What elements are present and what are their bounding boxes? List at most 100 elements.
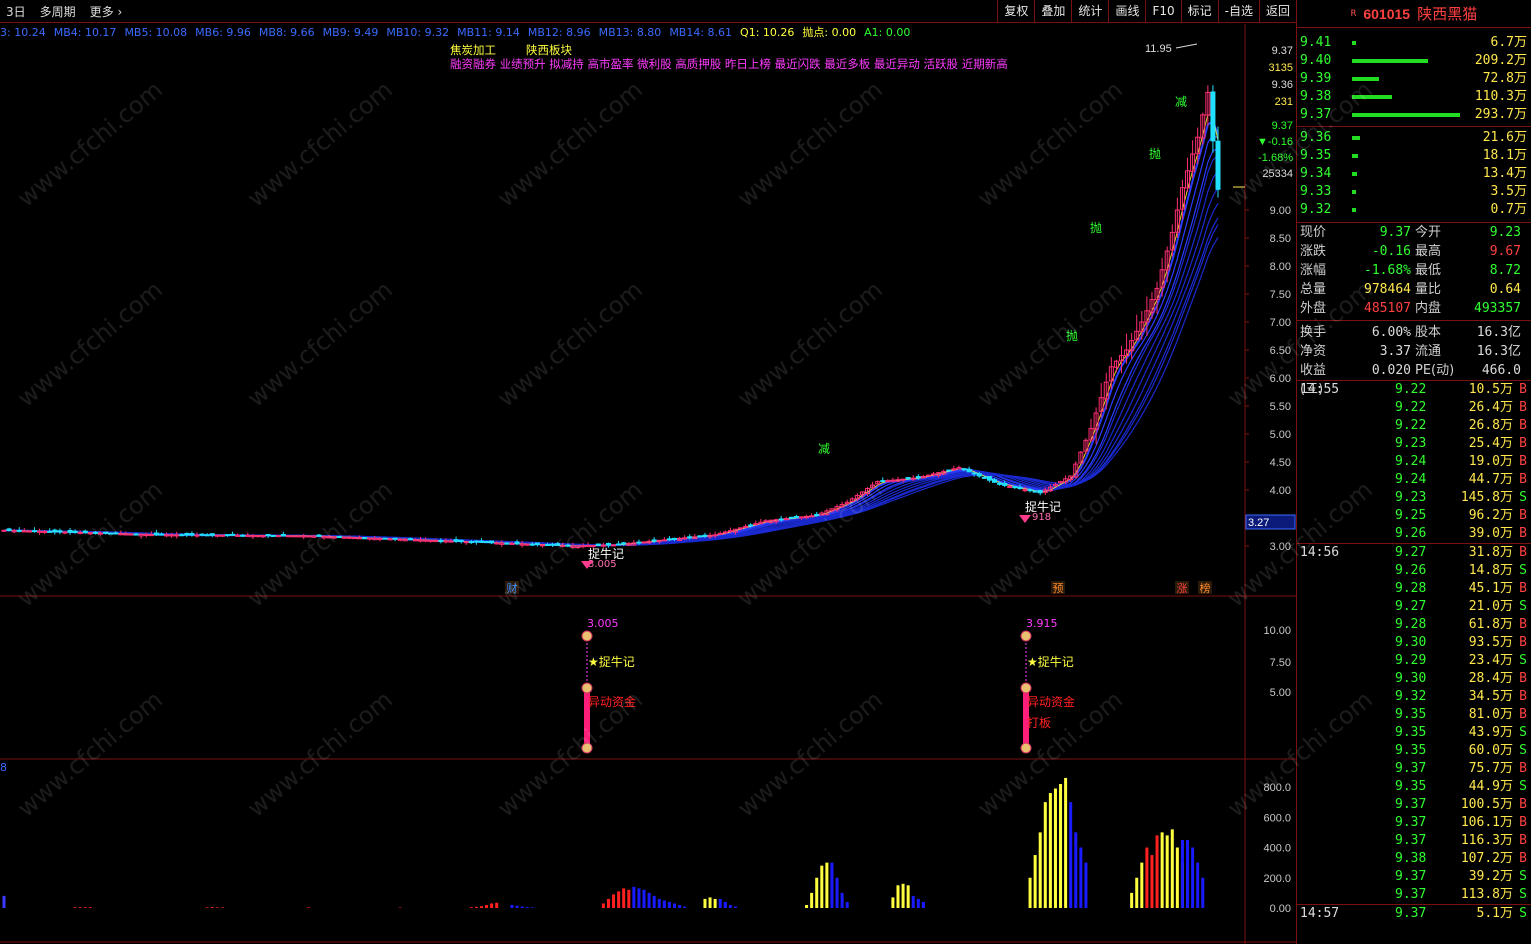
tick-row: 9.38 107.2万 B: [1297, 850, 1531, 868]
volume-bar: [652, 895, 656, 908]
tick-volume: 45.1万: [1468, 581, 1513, 596]
candle-body: [98, 532, 104, 535]
candle-body: [478, 540, 484, 543]
orderbook-row[interactable]: 9.37 293.7万: [1297, 106, 1531, 124]
volume-bar: [220, 907, 224, 908]
tick-list[interactable]: 14:55 9.22 10.5万 B 9.22 26.4万 B 9.22 26.8万 B 9.23 2…: [1297, 380, 1531, 923]
multi-period-button[interactable]: 多周期: [40, 3, 76, 20]
volume-bar: [921, 901, 925, 908]
price-tick-label: 5.50: [1270, 401, 1291, 413]
stat-label: 净资: [1300, 344, 1327, 359]
candle-body: [204, 534, 210, 537]
volume-bar: [627, 889, 631, 908]
toolbar-button[interactable]: 统计: [1071, 0, 1108, 22]
order-volume: 6.7万: [1490, 35, 1527, 50]
candle-body: [42, 531, 48, 534]
volume-bar: [525, 907, 529, 908]
tick-volume: 31.8万: [1468, 545, 1513, 560]
tick-row: 9.37 75.7万 B: [1297, 760, 1531, 778]
tick-volume: 81.0万: [1468, 707, 1513, 722]
stat-value: 9.23: [1489, 225, 1521, 240]
order-volume-bar: [1352, 59, 1428, 63]
orderbook-row[interactable]: 9.35 18.1万: [1297, 147, 1531, 165]
indicator-node-icon: [1020, 630, 1032, 642]
candle-body: [636, 541, 642, 544]
concept-tag[interactable]: 焦炭加工: [450, 43, 496, 57]
orderbook-row[interactable]: 9.36 21.6万: [1297, 129, 1531, 147]
volume-bar: [617, 891, 621, 908]
orderbook-row[interactable]: 9.32 0.7万: [1297, 201, 1531, 219]
toolbar-button[interactable]: -自选: [1217, 0, 1259, 22]
orderbook-row[interactable]: 9.33 3.5万: [1297, 183, 1531, 201]
stock-header[interactable]: R 601015 陕西黑猫: [1297, 0, 1531, 28]
tick-row: 9.22 26.8万 B: [1297, 417, 1531, 435]
indicator-fund-label: 异动资金: [588, 694, 636, 709]
orderbook-row[interactable]: 9.39 72.8万: [1297, 70, 1531, 88]
ma-value: MB14: 8.61: [669, 26, 733, 39]
tick-price: 9.23: [1395, 436, 1427, 451]
candle-body: [47, 530, 53, 533]
tick-direction: B: [1519, 382, 1527, 397]
tick-price: 9.27: [1395, 545, 1427, 560]
indicator-price-label: 3.005: [587, 617, 619, 630]
orderbook-row[interactable]: 9.40 209.2万: [1297, 52, 1531, 70]
tick-volume: 75.7万: [1468, 761, 1513, 776]
candle-body: [133, 533, 139, 536]
low-price-label: 918: [1032, 512, 1051, 523]
candle-body: [423, 539, 429, 542]
ma-band-line: [3, 202, 1219, 546]
volume-bar: [1033, 855, 1037, 908]
candle-body: [743, 525, 749, 528]
candle-body: [788, 516, 794, 519]
candle-body: [397, 538, 403, 541]
concept-tag[interactable]: 陕西板块: [526, 43, 572, 57]
tick-volume: 21.0万: [1468, 599, 1513, 614]
toolbar-button[interactable]: 叠加: [1034, 0, 1071, 22]
tick-price: 9.24: [1395, 472, 1427, 487]
candle-body: [148, 534, 154, 537]
candle-body: [529, 543, 535, 546]
volume-bar: [662, 900, 666, 908]
tick-row: 14:57 9.37 5.1万 S: [1297, 905, 1531, 923]
indicator-signal-label: ★捉牛记: [588, 654, 635, 669]
candle-body: [931, 473, 937, 476]
price-tick-label: 8.00: [1270, 261, 1291, 273]
tick-direction: B: [1519, 617, 1527, 632]
volume-bar: [1059, 783, 1063, 908]
ma-legend: 3: 10.24 MB4: 10.17 MB5: 10.08 MB6: 9.96 MB8…: [0, 24, 1000, 40]
order-volume-bar: [1352, 190, 1356, 194]
ma-value: 抛点: 0.00: [802, 26, 857, 39]
candle-body: [169, 534, 175, 537]
volume-bar: [1048, 793, 1052, 908]
quote-info-value: 9.37: [1272, 120, 1293, 132]
volume-bar: [728, 904, 732, 908]
indicator-node-icon: [581, 682, 593, 694]
toolbar-button[interactable]: 复权: [997, 0, 1034, 22]
orderbook-row[interactable]: 9.41 6.7万: [1297, 34, 1531, 52]
tick-volume: 60.0万: [1468, 743, 1513, 758]
toolbar-button[interactable]: F10: [1145, 0, 1180, 22]
tick-volume: 116.3万: [1460, 833, 1513, 848]
orderbook-row[interactable]: 9.38 110.3万: [1297, 88, 1531, 106]
price-tick-label: 9.00: [1270, 205, 1291, 217]
tick-row: 9.28 45.1万 B: [1297, 580, 1531, 598]
candle-body: [362, 537, 368, 540]
candle-body: [62, 531, 68, 534]
quote-info-value: -1.68%: [1258, 152, 1293, 164]
more-menu[interactable]: 更多 ›: [90, 3, 123, 20]
stat-label: PE(动): [1415, 363, 1455, 378]
candle-body: [296, 535, 302, 538]
volume-bar: [307, 907, 311, 908]
orderbook-row[interactable]: 9.34 13.4万: [1297, 165, 1531, 183]
kline-chart[interactable]: 9.00 8.50 8.00 7.50 7.00 6.50 6.00 5.50 5.00 4.50…: [0, 24, 1296, 944]
volume-bar: [530, 907, 534, 908]
tick-direction: B: [1519, 689, 1527, 704]
tick-price: 9.32: [1395, 689, 1427, 704]
toolbar-button[interactable]: 画线: [1108, 0, 1145, 22]
toolbar-button[interactable]: 返回: [1258, 0, 1296, 22]
period-selector[interactable]: 3日: [6, 3, 26, 20]
ma-band-line: [3, 224, 1219, 546]
candle-body: [377, 538, 383, 541]
toolbar-button[interactable]: 标记: [1180, 0, 1218, 22]
volume-bar: [1175, 847, 1179, 908]
